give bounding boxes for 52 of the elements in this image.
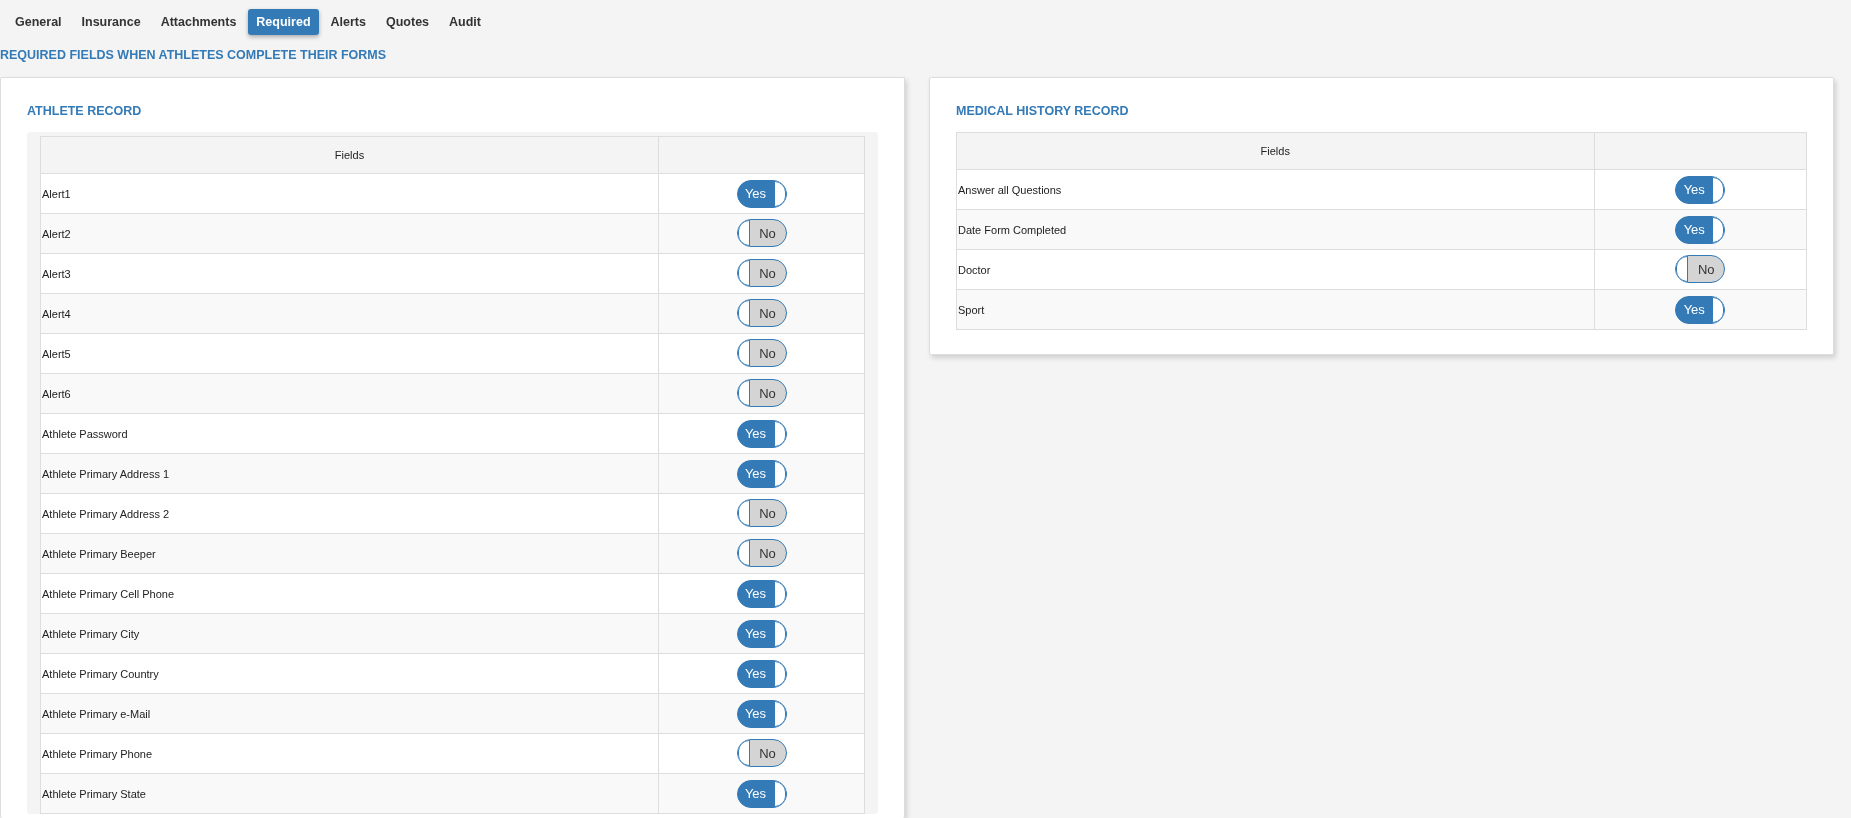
toggle-switch[interactable]: Yes xyxy=(1675,175,1726,204)
table-cell: Athlete Password xyxy=(40,413,659,454)
page-heading: REQUIRED FIELDS WHEN ATHLETES COMPLETE THEIR FORMS xyxy=(0,47,388,62)
tab[interactable]: Insurance xyxy=(73,9,149,35)
table-cell: Alert6 xyxy=(40,373,659,414)
table-cell: Athlete Primary Address 1 xyxy=(40,453,659,494)
toggle-switch[interactable]: No xyxy=(736,299,787,327)
toggle-switch[interactable]: Yes xyxy=(1675,295,1726,324)
toggle-switch[interactable]: Yes xyxy=(736,579,787,608)
toggle-switch[interactable]: Yes xyxy=(736,779,787,808)
table-cell: Alert2 xyxy=(40,213,659,254)
toggle-switch[interactable]: No xyxy=(736,339,787,367)
toggle-switch[interactable]: No xyxy=(1675,255,1726,283)
table-cell: Athlete Primary State xyxy=(40,773,659,814)
toggle-switch[interactable]: Yes xyxy=(736,619,787,648)
table-cell: Athlete Primary City xyxy=(40,613,659,654)
toggle-switch[interactable]: No xyxy=(736,219,787,247)
toggle-switch[interactable]: No xyxy=(736,259,787,287)
panel-title: ATHLETE RECORD xyxy=(27,104,143,118)
tab[interactable]: Audit xyxy=(441,9,489,35)
table-cell: Answer all Questions xyxy=(956,169,1594,210)
table-cell: Athlete Primary e-Mail xyxy=(40,693,659,734)
tab[interactable]: General xyxy=(7,9,70,35)
column-header: Fields xyxy=(40,136,659,174)
toggle-switch[interactable]: No xyxy=(736,379,787,407)
tab[interactable]: Alerts xyxy=(322,9,374,35)
table-cell: Doctor xyxy=(956,249,1594,290)
table-cell: Athlete Primary Address 2 xyxy=(40,493,659,534)
panel-title: MEDICAL HISTORY RECORD xyxy=(956,104,1130,118)
toggle-switch[interactable]: Yes xyxy=(736,459,787,488)
table-cell: Athlete Primary Beeper xyxy=(40,533,659,574)
toggle-switch[interactable]: Yes xyxy=(736,659,787,688)
table-cell: Sport xyxy=(956,289,1594,330)
tab[interactable]: Attachments xyxy=(152,9,245,35)
table-cell: Date Form Completed xyxy=(956,209,1594,250)
table-cell: Athlete Primary Phone xyxy=(40,733,659,774)
table-cell: Alert5 xyxy=(40,333,659,374)
column-header: Fields xyxy=(956,132,1594,170)
table-cell: Alert3 xyxy=(40,253,659,294)
table-cell: Athlete Primary Country xyxy=(40,653,659,694)
table-cell: Alert1 xyxy=(40,173,659,214)
table-cell: Athlete Primary Cell Phone xyxy=(40,573,659,614)
tab[interactable]: Quotes xyxy=(377,9,438,35)
toggle-switch[interactable]: Yes xyxy=(736,179,787,208)
toggle-switch[interactable]: Yes xyxy=(736,419,787,448)
toggle-switch[interactable]: Yes xyxy=(736,699,787,728)
table-cell: Alert4 xyxy=(40,293,659,334)
toggle-switch[interactable]: No xyxy=(736,499,787,527)
toggle-switch[interactable]: No xyxy=(736,539,787,567)
toggle-switch[interactable]: Yes xyxy=(1675,215,1726,244)
tab[interactable]: Required xyxy=(248,9,319,35)
toggle-switch[interactable]: No xyxy=(736,739,787,767)
